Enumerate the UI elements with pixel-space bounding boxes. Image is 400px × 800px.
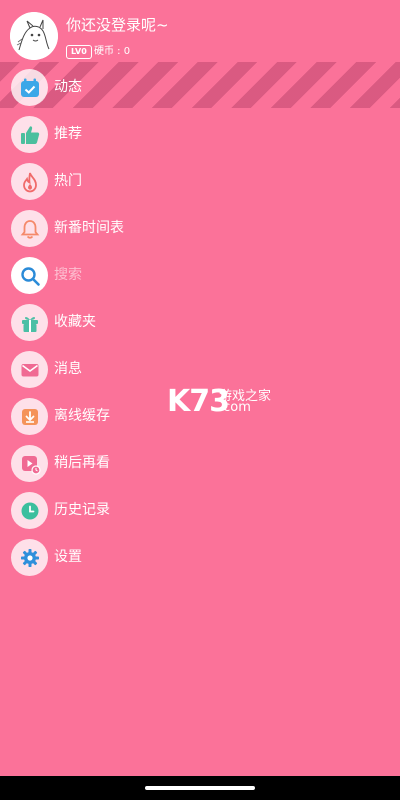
menu-item-label: 热门 <box>54 173 82 189</box>
user-header[interactable]: 你还没登录呢~ LV0 硬币 : 0 <box>0 0 400 62</box>
menu-item-label: 稍后再看 <box>54 455 110 471</box>
calendar-check-icon <box>11 69 48 106</box>
clock-icon <box>11 492 48 529</box>
menu-item-label: 搜索 <box>54 267 82 283</box>
menu-item-search[interactable]: 搜索 <box>0 252 400 299</box>
search-icon <box>11 257 48 294</box>
menu-item-popular[interactable]: 热门 <box>0 158 400 205</box>
menu-item-label: 消息 <box>54 361 82 377</box>
avatar[interactable] <box>10 12 58 60</box>
menu-item-label: 历史记录 <box>54 502 110 518</box>
menu-item-watch-later[interactable]: 稍后再看 <box>0 440 400 487</box>
menu-item-label: 收藏夹 <box>54 314 96 330</box>
drawer-menu: 动态 推荐 热门 新番时间表 搜索 收藏夹 消息 离线缓存 稍后再看 历史记录 … <box>0 64 400 581</box>
thumbs-up-icon <box>11 116 48 153</box>
menu-item-label: 离线缓存 <box>54 408 110 424</box>
mail-icon <box>11 351 48 388</box>
menu-item-settings[interactable]: 设置 <box>0 534 400 581</box>
menu-item-label: 动态 <box>54 79 82 95</box>
gift-box-icon <box>11 304 48 341</box>
login-prompt[interactable]: 你还没登录呢~ <box>66 14 169 35</box>
menu-item-schedule[interactable]: 新番时间表 <box>0 205 400 252</box>
home-indicator[interactable] <box>145 786 255 790</box>
menu-item-label: 推荐 <box>54 126 82 142</box>
bell-icon <box>11 210 48 247</box>
menu-item-history[interactable]: 历史记录 <box>0 487 400 534</box>
system-nav-bar <box>0 776 400 800</box>
menu-item-label: 新番时间表 <box>54 220 124 236</box>
gear-icon <box>11 539 48 576</box>
download-icon <box>11 398 48 435</box>
coin-count: 硬币 : 0 <box>94 46 131 57</box>
level-badge: LV0 <box>66 45 92 59</box>
k73-watermark-logo: K73 游戏之家 .com <box>167 384 277 419</box>
menu-item-recommend[interactable]: 推荐 <box>0 111 400 158</box>
watermark-line2: .com <box>219 400 251 415</box>
play-later-icon <box>11 445 48 482</box>
menu-item-label: 设置 <box>54 549 82 565</box>
menu-item-favorites[interactable]: 收藏夹 <box>0 299 400 346</box>
menu-item-dynamics[interactable]: 动态 <box>0 64 400 111</box>
flame-icon <box>11 163 48 200</box>
avatar-sketch-icon <box>10 12 58 60</box>
